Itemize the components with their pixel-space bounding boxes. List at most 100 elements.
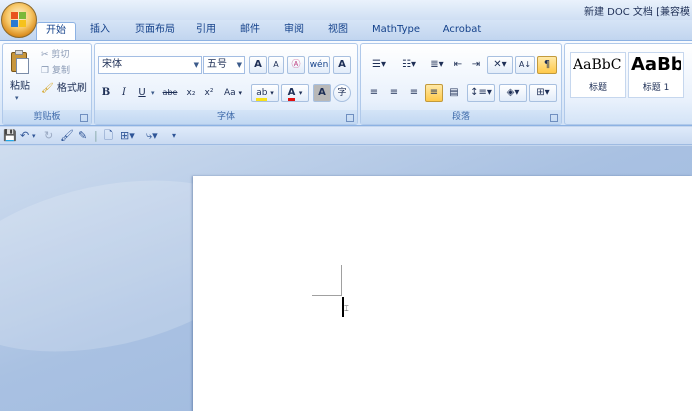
- copy-button[interactable]: ❐ 复制: [41, 64, 91, 78]
- line-spacing-button[interactable]: ↕≡▾: [467, 84, 495, 102]
- table-icon[interactable]: ⊞▾: [120, 129, 135, 143]
- borders-icon: ⊞▾: [536, 87, 550, 98]
- font-color-button[interactable]: A ▾: [281, 84, 309, 102]
- sort-button[interactable]: A↓: [515, 56, 535, 74]
- enclose-characters-button[interactable]: 字: [333, 84, 351, 102]
- borders-button[interactable]: ⊞▾: [529, 84, 557, 102]
- grow-font-icon: A: [254, 59, 262, 70]
- align-center-icon: ≡: [389, 87, 399, 98]
- italic-button[interactable]: I: [117, 84, 131, 102]
- paragraph-group: ☰▾ ☷▾ ≣▾ ⇤ ⇥ ✕▾ A↓ ¶ ≡ ≡ ≡ ≡ ▤ ↕≡▾ ◈▾ ⊞▾…: [360, 43, 562, 125]
- highlighter-icon: ab: [256, 88, 268, 101]
- shrink-font-button[interactable]: A: [268, 56, 284, 74]
- tab-references[interactable]: 引用: [190, 22, 222, 40]
- tab-home[interactable]: 开始: [36, 22, 76, 40]
- cut-button[interactable]: ✂ 剪切: [41, 48, 91, 62]
- ibeam-pointer-icon: ⌶: [344, 304, 349, 313]
- grow-font-button[interactable]: A: [249, 56, 267, 74]
- clipboard-launcher-icon[interactable]: [80, 114, 88, 122]
- tab-mailings[interactable]: 邮件: [234, 22, 266, 40]
- ribbon-tabs: 开始 插入 页面布局 引用 邮件 审阅 视图 MathType Acrobat: [0, 20, 692, 40]
- undo-icon[interactable]: ↶: [20, 129, 29, 143]
- bold-button[interactable]: B: [99, 84, 113, 102]
- format-painter-button[interactable]: 🖌 格式刷: [41, 82, 93, 96]
- chevron-down-icon: ▼: [236, 61, 242, 69]
- font-size-select[interactable]: 五号 ▼: [203, 56, 245, 74]
- outdent-icon: ⇤: [453, 59, 463, 70]
- style-heading-1-name: 标题 1: [642, 83, 670, 93]
- underline-dropdown-icon[interactable]: ▾: [151, 84, 155, 102]
- numbered-list-icon: ☷▾: [402, 59, 416, 70]
- office-logo-icon: [11, 12, 28, 29]
- margin-corner-mark-vertical: [341, 265, 342, 295]
- strikethrough-button[interactable]: abe: [159, 84, 181, 102]
- new-document-icon[interactable]: 🗋: [104, 129, 113, 143]
- paragraph-launcher-icon[interactable]: [550, 114, 558, 122]
- font-group-label: 字体: [95, 110, 357, 124]
- align-center-button[interactable]: ≡: [385, 84, 403, 102]
- character-shading-button[interactable]: A: [313, 84, 331, 102]
- chinese-layout-icon: ✕▾: [493, 59, 507, 70]
- tab-mathtype[interactable]: MathType: [366, 22, 426, 40]
- font-name-select[interactable]: 宋体 ▼: [98, 56, 202, 74]
- clipboard-group: 粘贴 ▾ ✂ 剪切 ❐ 复制 🖌 格式刷 剪贴板: [2, 43, 92, 125]
- customize-toolbar-icon[interactable]: ▾: [172, 129, 176, 143]
- underline-button[interactable]: U: [135, 84, 149, 102]
- shading-button[interactable]: ◈▾: [499, 84, 527, 102]
- decrease-indent-button[interactable]: ⇤: [449, 56, 467, 74]
- separator: |: [94, 129, 98, 142]
- bullets-button[interactable]: ☰▾: [365, 56, 393, 74]
- character-border-button[interactable]: A: [333, 56, 351, 74]
- align-right-button[interactable]: ≡: [405, 84, 423, 102]
- styles-group: AaBbC 标题 AaBb 标题 1: [564, 43, 692, 125]
- line-spacing-icon: ↕≡▾: [470, 87, 492, 98]
- tab-insert[interactable]: 插入: [84, 22, 116, 40]
- change-case-button[interactable]: Aa ▾: [221, 84, 245, 102]
- quick-access-toolbar: 💾 ↶ ▾ ↻ 🖌 ✎ | 🗋 ⊞▾ ⤷▾ ▾: [0, 127, 692, 145]
- clear-format-button[interactable]: Ⓐ: [287, 56, 305, 74]
- format-painter-label: 格式刷: [56, 83, 87, 94]
- highlight-button[interactable]: ab ▾: [251, 84, 279, 102]
- phonetic-guide-button[interactable]: wén: [308, 56, 330, 74]
- indent-icon: ⇥: [471, 59, 481, 70]
- style-heading-1-sample: AaBb: [631, 54, 681, 75]
- tab-page-layout[interactable]: 页面布局: [128, 22, 182, 40]
- numbering-button[interactable]: ☷▾: [395, 56, 423, 74]
- insert-icon[interactable]: ⤷▾: [146, 129, 158, 143]
- paste-dropdown-icon[interactable]: ▾: [15, 94, 19, 102]
- scissors-icon: ✂: [41, 50, 49, 60]
- shading-icon: A: [318, 87, 326, 98]
- justify-button[interactable]: ≡: [425, 84, 443, 102]
- edit-icon[interactable]: ✎: [78, 129, 87, 143]
- undo-dropdown-icon[interactable]: ▾: [32, 129, 36, 143]
- clipboard-group-label: 剪贴板: [3, 110, 91, 124]
- increase-indent-button[interactable]: ⇥: [467, 56, 485, 74]
- character-border-icon: A: [338, 59, 346, 70]
- style-title[interactable]: AaBbC 标题: [570, 52, 626, 98]
- pilcrow-icon: ¶: [543, 59, 551, 70]
- align-left-button[interactable]: ≡: [365, 84, 383, 102]
- show-marks-button[interactable]: ¶: [537, 56, 557, 74]
- save-icon[interactable]: 💾: [3, 129, 17, 143]
- style-title-name: 标题: [588, 83, 607, 93]
- shrink-font-icon: A: [273, 60, 279, 69]
- sogou-logo-icon: S: [517, 179, 547, 209]
- office-button[interactable]: [1, 2, 37, 38]
- tab-acrobat[interactable]: Acrobat: [436, 22, 488, 40]
- superscript-button[interactable]: x²: [201, 84, 217, 102]
- tab-review[interactable]: 审阅: [278, 22, 310, 40]
- title-bar: 新建 DOC 文档 [兼容模: [0, 0, 692, 20]
- distributed-button[interactable]: ▤: [445, 84, 463, 102]
- font-group: 宋体 ▼ 五号 ▼ A A Ⓐ wén A B I U ▾ abe x₂ x² …: [94, 43, 358, 125]
- tab-view[interactable]: 视图: [322, 22, 354, 40]
- format-brush-icon[interactable]: 🖌: [60, 129, 74, 143]
- paste-button[interactable]: 粘贴: [5, 78, 35, 96]
- subscript-button[interactable]: x₂: [183, 84, 199, 102]
- chevron-down-icon: ▼: [193, 61, 199, 69]
- distributed-icon: ▤: [449, 87, 459, 98]
- chinese-layout-button[interactable]: ✕▾: [487, 56, 513, 74]
- redo-icon[interactable]: ↻: [44, 129, 53, 143]
- font-launcher-icon[interactable]: [346, 114, 354, 122]
- style-heading-1[interactable]: AaBb 标题 1: [628, 52, 684, 98]
- multilevel-list-button[interactable]: ≣▾: [425, 56, 449, 74]
